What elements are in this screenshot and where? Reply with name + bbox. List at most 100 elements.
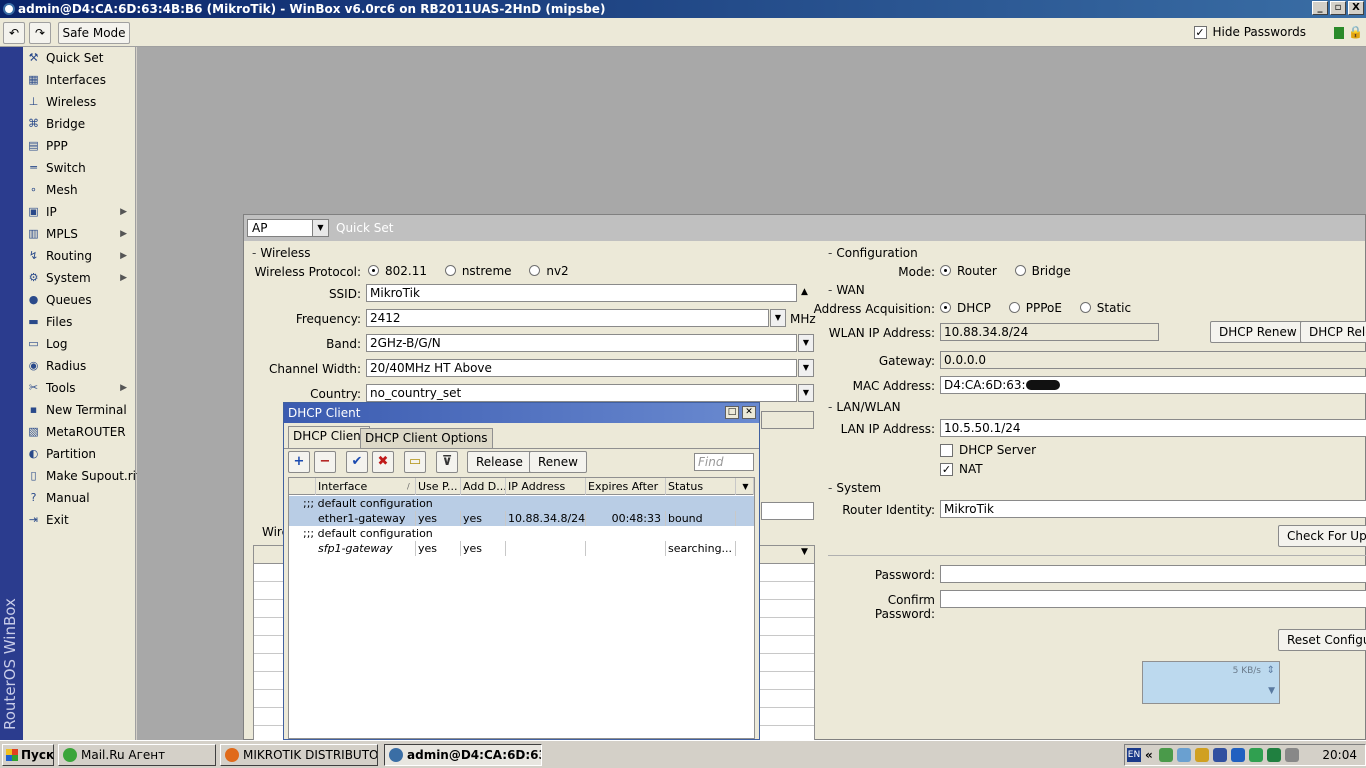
lan-ip-input[interactable]: 10.5.50.1/24 [940, 419, 1366, 437]
tray-app-icon[interactable] [1195, 748, 1209, 762]
menu-item-bridge[interactable]: ⌘ Bridge [23, 113, 135, 135]
dhcp-server-checkbox[interactable] [940, 443, 953, 457]
radio-selected-icon[interactable] [940, 302, 951, 313]
maximize-button[interactable]: ▫ [1330, 1, 1346, 15]
menu-item-mesh[interactable]: ∘ Mesh [23, 179, 135, 201]
start-button[interactable]: Пуск [2, 744, 54, 766]
redo-button[interactable]: ↷ [29, 22, 51, 44]
frequency-dropdown-icon[interactable]: ▼ [770, 309, 786, 327]
col-use-peer-dns[interactable]: Use P... [416, 478, 461, 495]
menu-item-wireless[interactable]: ⊥ Wireless [23, 91, 135, 113]
radio-icon[interactable] [529, 265, 541, 276]
column-chooser-icon[interactable]: ▼ [801, 547, 808, 557]
col-status[interactable]: Status [666, 478, 736, 495]
task-browser[interactable]: MIKROTIK DISTRIBUTOR... [220, 744, 378, 766]
dhcp-client-titlebar[interactable]: DHCP Client □ ✕ [284, 403, 759, 423]
volume-icon[interactable] [1285, 748, 1299, 762]
remove-button[interactable]: − [314, 451, 336, 473]
radio-icon[interactable] [1014, 265, 1026, 276]
menu-item-mpls[interactable]: ▥ MPLS ▶ [23, 223, 135, 245]
menu-item-exit[interactable]: ⇥ Exit [23, 509, 135, 531]
disable-button[interactable]: ✖ [372, 451, 394, 473]
col-add-default-route[interactable]: Add D... [461, 478, 506, 495]
chevron-down-icon[interactable]: ▼ [312, 220, 328, 236]
mode-radio-bridge[interactable]: Bridge [1014, 264, 1071, 278]
safe-mode-button[interactable]: Safe Mode [58, 22, 130, 44]
tab-dhcp-client-options[interactable]: DHCP Client Options [360, 428, 493, 448]
find-input[interactable]: Find [694, 453, 754, 471]
tray-app-icon[interactable] [1249, 748, 1263, 762]
hide-passwords-toggle[interactable]: ✓ Hide Passwords [1193, 25, 1306, 39]
channel-width-select[interactable]: 20/40MHz HT Above [366, 359, 797, 377]
radio-selected-icon[interactable] [940, 265, 951, 276]
country-select[interactable]: no_country_set [366, 384, 797, 402]
mac-address-field[interactable]: D4:CA:6D:63: [940, 376, 1366, 394]
comment-button[interactable]: ▭ [404, 451, 426, 473]
tray-expand-button[interactable]: « [1145, 745, 1153, 765]
hidden-field-2[interactable] [761, 502, 814, 520]
menu-item-ppp[interactable]: ▤ PPP [23, 135, 135, 157]
menu-item-manual[interactable]: ? Manual [23, 487, 135, 509]
title-bar[interactable]: admin@D4:CA:6D:63:4B:B6 (MikroTik) - Win… [0, 0, 1366, 18]
col-interface[interactable]: Interface [316, 478, 416, 495]
acquisition-radio-static[interactable]: Static [1079, 301, 1131, 315]
hide-passwords-checkbox[interactable]: ✓ [1193, 25, 1207, 39]
country-dropdown-icon[interactable]: ▼ [798, 384, 814, 402]
col-ip-address[interactable]: IP Address [506, 478, 586, 495]
menu-item-system[interactable]: ⚙ System ▶ [23, 267, 135, 289]
menu-item-files[interactable]: ▬ Files [23, 311, 135, 333]
maximize-icon[interactable]: □ [725, 406, 739, 419]
band-select[interactable]: 2GHz-B/G/N [366, 334, 797, 352]
nat-checkbox[interactable]: ✓ [940, 462, 953, 476]
menu-item-switch[interactable]: ═ Switch [23, 157, 135, 179]
undo-button[interactable]: ↶ [3, 22, 25, 44]
dhcp-release-button[interactable]: DHCP Relea [1300, 321, 1366, 343]
device-icon[interactable] [1213, 748, 1227, 762]
nat-toggle[interactable]: ✓ NAT [940, 462, 983, 476]
menu-item-partition[interactable]: ◐ Partition [23, 443, 135, 465]
channel-width-dropdown-icon[interactable]: ▼ [798, 359, 814, 377]
comment-row[interactable]: ;;; default configuration [289, 496, 754, 511]
router-identity-input[interactable]: MikroTik [940, 500, 1366, 518]
chevron-down-icon[interactable]: ▼ [1268, 686, 1275, 696]
band-dropdown-icon[interactable]: ▼ [798, 334, 814, 352]
radio-icon[interactable] [444, 265, 456, 276]
tab-dhcp-client[interactable]: DHCP Client [288, 426, 371, 448]
comment-row[interactable]: ;;; default configuration [289, 526, 754, 541]
task-mail-agent[interactable]: Mail.Ru Агент [58, 744, 216, 766]
confirm-password-input[interactable] [940, 590, 1366, 608]
scroll-up-icon[interactable]: ▲ [801, 287, 808, 297]
network-signal-icon[interactable] [1159, 748, 1173, 762]
menu-item-routing[interactable]: ↯ Routing ▶ [23, 245, 135, 267]
dhcp-client-table[interactable]: Interface / Use P... Add D... IP Address… [288, 477, 755, 739]
acquisition-radio-dhcp[interactable]: DHCP [940, 301, 991, 315]
menu-item-log[interactable]: ▭ Log [23, 333, 135, 355]
radio-icon[interactable] [1079, 302, 1091, 313]
renew-button[interactable]: Renew [529, 451, 587, 473]
tray-app-icon[interactable] [1267, 748, 1281, 762]
col-expires-after[interactable]: Expires After [586, 478, 666, 495]
table-row[interactable]: ether1-gateway yes yes 10.88.34.8/24 00:… [289, 511, 754, 526]
protocol-radio-80211[interactable]: 802.11 [368, 264, 427, 278]
release-button[interactable]: Release [467, 451, 532, 473]
protocol-radio-nstreme[interactable]: nstreme [444, 264, 512, 278]
dhcp-renew-button[interactable]: DHCP Renew [1210, 321, 1306, 343]
radio-selected-icon[interactable] [368, 265, 379, 276]
add-button[interactable]: + [288, 451, 310, 473]
menu-item-metarouter[interactable]: ▧ MetaROUTER [23, 421, 135, 443]
ssid-input[interactable]: MikroTik [366, 284, 797, 302]
network-icon[interactable] [1177, 748, 1191, 762]
reset-configuration-button[interactable]: Reset Configurati [1278, 629, 1366, 651]
menu-item-new-terminal[interactable]: ▪ New Terminal [23, 399, 135, 421]
enable-button[interactable]: ✔ [346, 451, 368, 473]
menu-item-make-supout-rif[interactable]: ▯ Make Supout.rif [23, 465, 140, 487]
check-for-updates-button[interactable]: Check For Updat [1278, 525, 1366, 547]
protocol-radio-nv2[interactable]: nv2 [529, 264, 569, 278]
close-icon[interactable]: ✕ [742, 406, 756, 419]
table-row[interactable]: sfp1-gateway yes yes searching... [289, 541, 754, 556]
minimize-button[interactable]: _ [1312, 1, 1328, 15]
column-chooser-icon[interactable]: ▼ [736, 478, 754, 495]
menu-item-tools[interactable]: ✂ Tools ▶ [23, 377, 135, 399]
menu-item-ip[interactable]: ▣ IP ▶ [23, 201, 135, 223]
radio-icon[interactable] [1008, 302, 1020, 313]
